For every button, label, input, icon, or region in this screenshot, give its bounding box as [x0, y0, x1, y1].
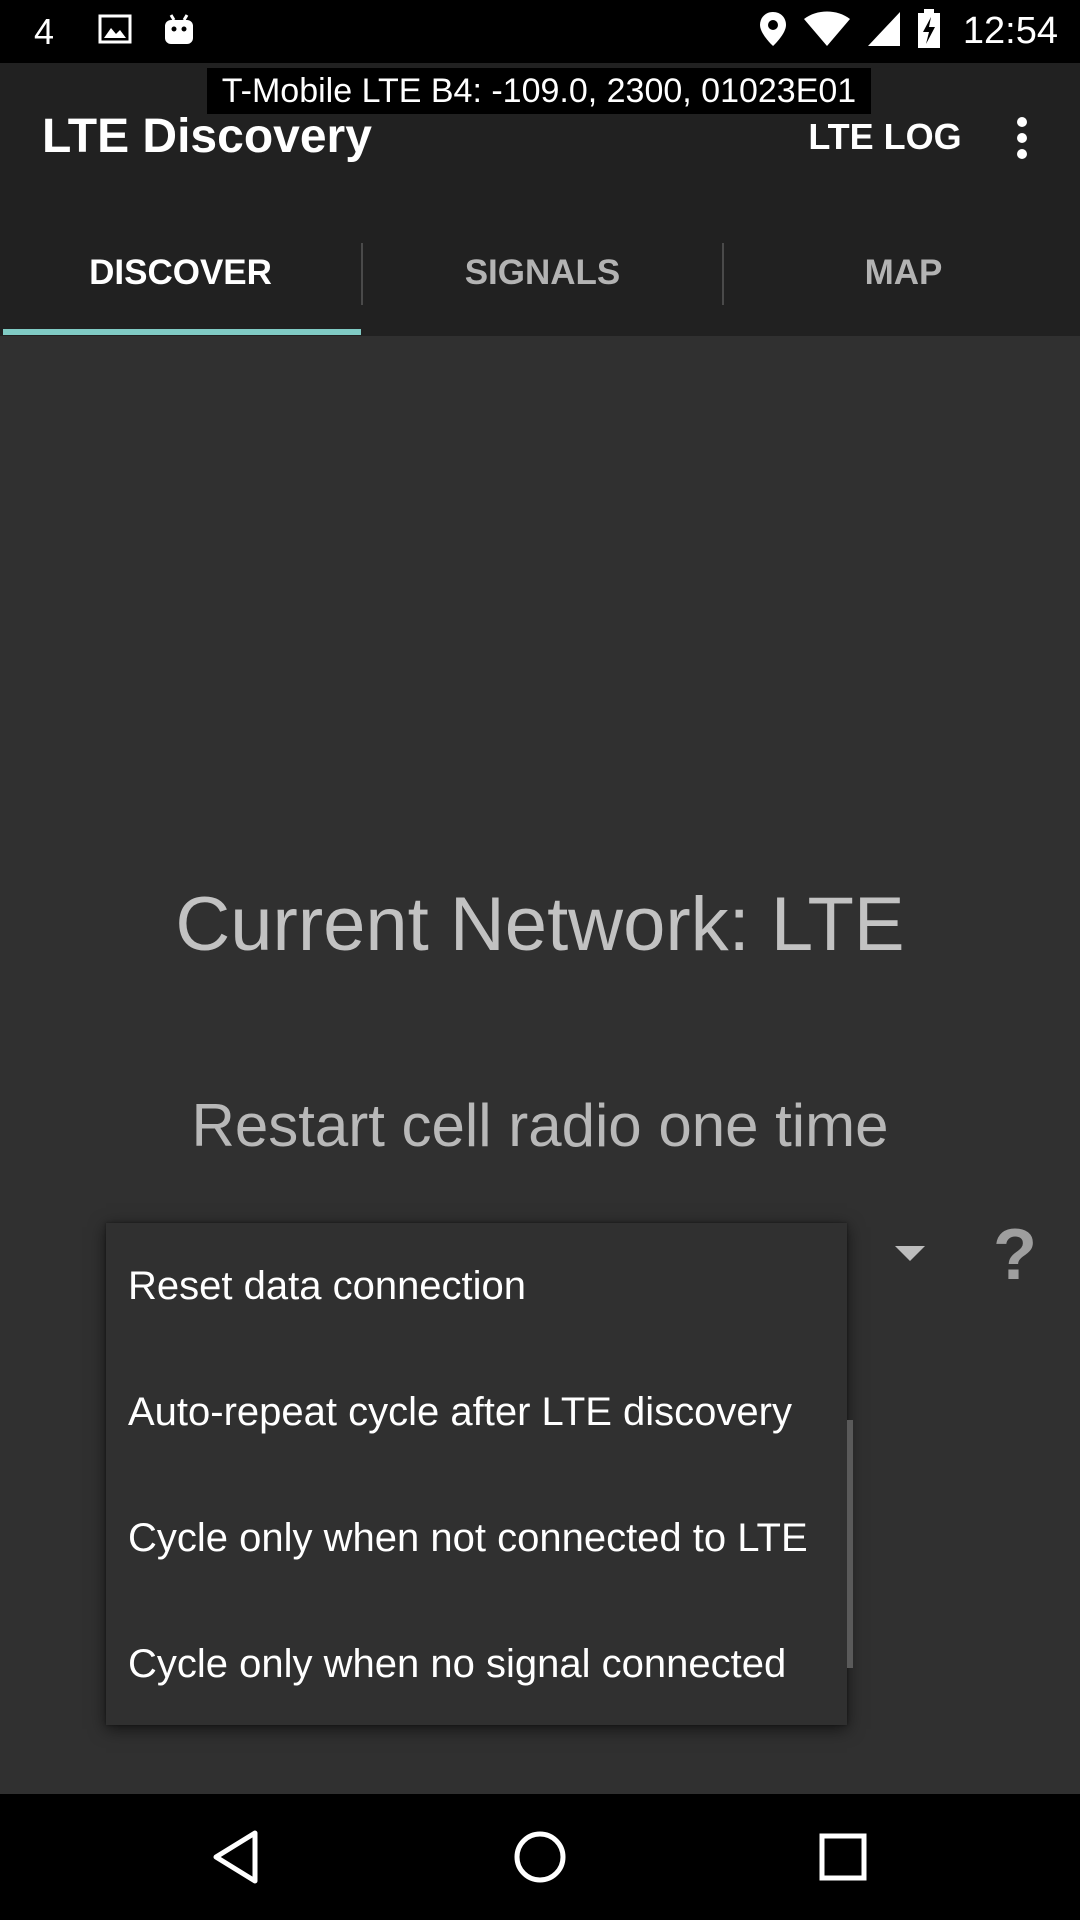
dropdown-scrollbar[interactable] [847, 1420, 853, 1668]
tab-discover[interactable]: DISCOVER [0, 235, 361, 336]
lte-log-button[interactable]: LTE LOG [800, 105, 970, 169]
wifi-icon [803, 11, 851, 52]
active-tab-indicator [3, 329, 361, 335]
tab-signals[interactable]: SIGNALS [362, 235, 723, 336]
status-right: 12:54 [759, 0, 1058, 63]
help-button[interactable]: ? [985, 1215, 1045, 1295]
restart-cell-radio-button[interactable]: Restart cell radio one time [0, 1086, 1080, 1166]
signal-info-overlay: T-Mobile LTE B4: -109.0, 2300, 01023E01 [207, 68, 871, 114]
cycle-mode-dropdown: Reset data connection Auto-repeat cycle … [106, 1223, 847, 1725]
dropdown-item-reset-data[interactable]: Reset data connection [106, 1223, 847, 1349]
recents-icon[interactable] [793, 1812, 893, 1902]
back-icon[interactable] [186, 1812, 286, 1902]
more-vert-icon[interactable] [994, 105, 1050, 169]
status-bar: 4 12:54 [0, 0, 1080, 63]
tab-map[interactable]: MAP [723, 235, 1080, 336]
clock: 12:54 [962, 10, 1058, 52]
screen: 4 12:54 LTE Discovery LTE LOG T-Mobile L… [0, 0, 1080, 1920]
dropdown-item-cycle-not-lte[interactable]: Cycle only when not connected to LTE [106, 1475, 847, 1601]
android-icon [162, 12, 196, 51]
dropdown-arrow-icon[interactable] [895, 1246, 925, 1261]
app-title: LTE Discovery [42, 110, 372, 163]
home-icon[interactable] [490, 1812, 590, 1902]
tab-bar: DISCOVER SIGNALS MAP [0, 235, 1080, 336]
location-pin-icon [759, 11, 787, 52]
dropdown-item-auto-repeat[interactable]: Auto-repeat cycle after LTE discovery [106, 1349, 847, 1475]
status-left: 4 [34, 0, 226, 63]
current-network-label: Current Network: LTE [175, 882, 905, 967]
dropdown-item-cycle-no-signal[interactable]: Cycle only when no signal connected [106, 1601, 847, 1727]
battery-charging-icon [917, 9, 941, 54]
cell-signal-icon [867, 11, 901, 52]
image-icon [98, 14, 132, 49]
navigation-bar [0, 1794, 1080, 1920]
notification-count: 4 [34, 10, 55, 52]
